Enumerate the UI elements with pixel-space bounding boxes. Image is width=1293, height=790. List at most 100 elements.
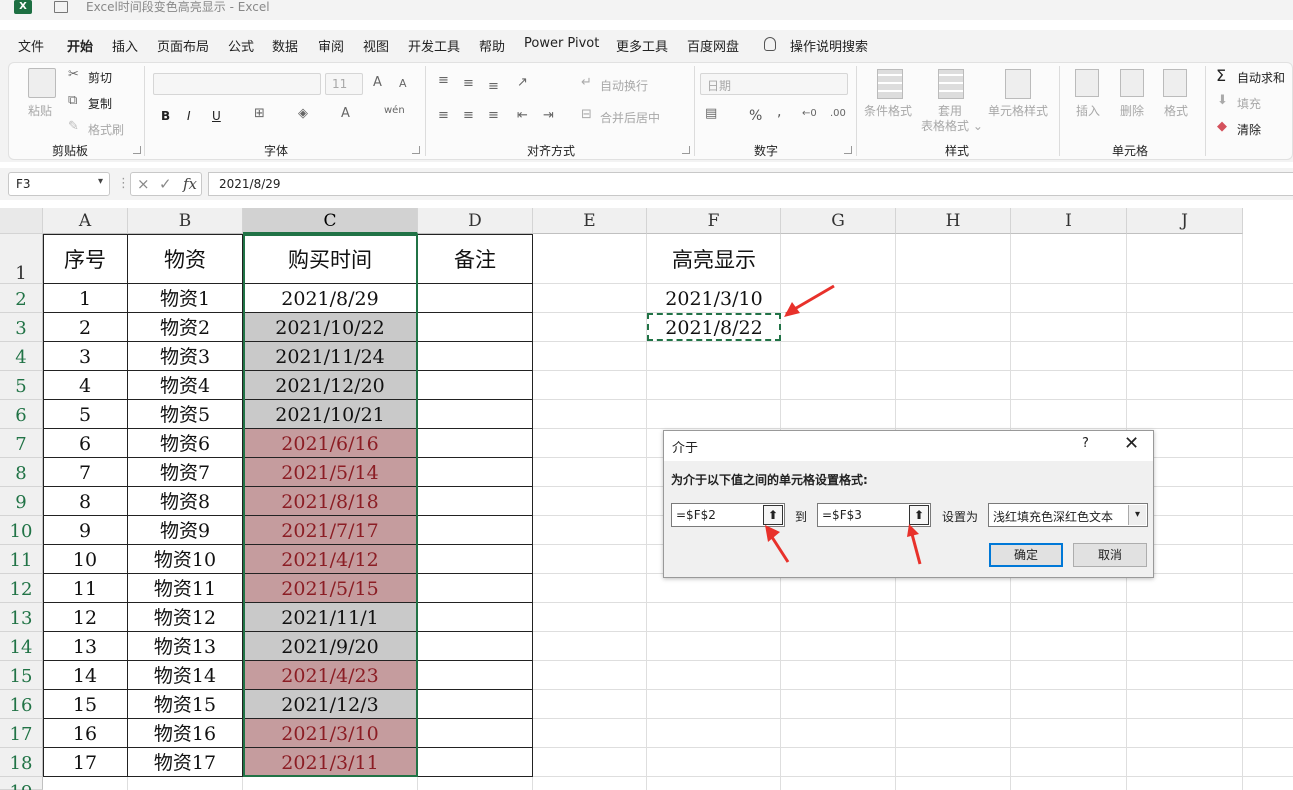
column-header[interactable]: J <box>1127 208 1243 234</box>
chevron-down-icon[interactable]: ▾ <box>98 176 103 187</box>
table-cell[interactable] <box>418 719 532 747</box>
table-cell[interactable]: 物资8 <box>128 487 242 515</box>
phonetic-icon[interactable]: wén <box>384 105 405 116</box>
row-header[interactable]: 8 <box>0 458 43 487</box>
increase-font-icon[interactable]: A <box>373 75 382 90</box>
table-cell[interactable]: 12 <box>43 603 127 631</box>
table-cell[interactable] <box>418 603 532 631</box>
highlight-header-cell[interactable]: 高亮显示 <box>647 234 781 283</box>
table-cell[interactable]: 9 <box>43 516 127 544</box>
tab-developer[interactable]: 开发工具 <box>408 36 460 55</box>
align-top-icon[interactable]: ≡ <box>438 73 449 88</box>
table-cell[interactable]: 2021/6/16 <box>243 429 417 457</box>
insert-cells-button[interactable]: 插入 <box>1076 102 1100 119</box>
column-header[interactable]: C <box>243 208 418 234</box>
font-color-icon[interactable]: A <box>341 106 350 121</box>
fill-color-icon[interactable]: ◈ <box>298 106 308 121</box>
to-value-input[interactable]: =$F$3 ⬆ <box>817 503 931 527</box>
table-cell[interactable]: 物资2 <box>128 313 242 341</box>
table-cell[interactable]: 2021/5/14 <box>243 458 417 486</box>
table-cell[interactable] <box>418 516 532 544</box>
table-cell[interactable] <box>418 284 532 312</box>
font-size-select[interactable]: 11 <box>325 73 363 95</box>
orientation-icon[interactable]: ↗ <box>517 75 528 90</box>
table-cell[interactable]: 物资15 <box>128 690 242 718</box>
table-cell[interactable]: 2021/3/10 <box>243 719 417 747</box>
chevron-down-icon[interactable]: ▾ <box>1128 505 1146 525</box>
table-cell[interactable]: 15 <box>43 690 127 718</box>
table-cell[interactable]: 物资9 <box>128 516 242 544</box>
cell-styles-icon[interactable] <box>1005 69 1031 99</box>
tab-insert[interactable]: 插入 <box>112 36 138 55</box>
row-header[interactable]: 3 <box>0 313 43 342</box>
number-launcher-icon[interactable] <box>844 146 852 154</box>
from-value-input[interactable]: =$F$2 ⬆ <box>671 503 785 527</box>
tab-baidu-pan[interactable]: 百度网盘 <box>687 36 739 55</box>
table-cell[interactable]: 10 <box>43 545 127 573</box>
table-cell[interactable] <box>418 661 532 689</box>
conditional-format-icon[interactable] <box>877 69 903 99</box>
row-header[interactable]: 12 <box>0 574 43 603</box>
tab-review[interactable]: 审阅 <box>318 36 344 55</box>
table-cell[interactable]: 2021/4/12 <box>243 545 417 573</box>
clear-button[interactable]: 清除 <box>1237 121 1261 138</box>
table-cell[interactable] <box>418 545 532 573</box>
paste-icon[interactable] <box>28 68 56 98</box>
wrap-text-button[interactable]: 自动换行 <box>600 77 648 94</box>
row-header[interactable]: 7 <box>0 429 43 458</box>
bold-button[interactable]: B <box>161 109 170 123</box>
number-format-select[interactable]: 日期 <box>700 73 848 95</box>
table-cell[interactable]: 物资12 <box>128 603 242 631</box>
column-header[interactable]: I <box>1011 208 1127 234</box>
row-header[interactable]: 1 <box>0 234 43 284</box>
table-cell[interactable] <box>418 458 532 486</box>
collapse-dialog-icon[interactable]: ⬆ <box>763 505 783 525</box>
tell-me-search[interactable]: 操作说明搜索 <box>790 36 868 55</box>
table-cell[interactable]: 6 <box>43 429 127 457</box>
table-cell[interactable]: 物资11 <box>128 574 242 602</box>
format-cells-button[interactable]: 格式 <box>1164 102 1188 119</box>
align-middle-icon[interactable]: ≡ <box>463 76 474 91</box>
table-cell[interactable] <box>418 342 532 370</box>
table-cell[interactable]: 3 <box>43 342 127 370</box>
copy-button[interactable]: 复制 <box>88 95 112 112</box>
help-icon[interactable]: ? <box>1082 436 1089 451</box>
format-as-table-button-line2[interactable]: 表格格式 ⌄ <box>921 117 983 134</box>
table-cell[interactable] <box>418 400 532 428</box>
ok-button[interactable]: 确定 <box>989 543 1063 567</box>
enter-icon[interactable]: ✓ <box>159 175 172 193</box>
comma-button[interactable]: , <box>777 104 781 120</box>
percent-button[interactable]: % <box>749 108 762 124</box>
table-header-cell[interactable]: 物资 <box>128 234 242 283</box>
row-header[interactable]: 10 <box>0 516 43 545</box>
save-icon[interactable] <box>54 1 68 13</box>
decrease-font-icon[interactable]: A <box>399 77 407 90</box>
cancel-button[interactable]: 取消 <box>1073 543 1147 567</box>
select-all-button[interactable] <box>0 208 43 234</box>
table-cell[interactable]: 2021/5/15 <box>243 574 417 602</box>
decrease-decimal-icon[interactable]: .00 <box>830 108 846 119</box>
row-header[interactable]: 19 <box>0 777 43 790</box>
borders-icon[interactable]: ⊞ <box>254 106 265 121</box>
clipboard-launcher-icon[interactable] <box>133 146 141 154</box>
cut-button[interactable]: 剪切 <box>88 69 112 86</box>
tab-home[interactable]: 开始 <box>67 36 94 61</box>
row-header[interactable]: 2 <box>0 284 43 313</box>
table-cell[interactable]: 2021/10/21 <box>243 400 417 428</box>
table-cell[interactable]: 2021/8/29 <box>243 284 417 312</box>
decrease-indent-icon[interactable]: ⇤ <box>517 108 528 123</box>
format-painter-button[interactable]: 格式刷 <box>88 121 124 138</box>
table-cell[interactable]: 物资10 <box>128 545 242 573</box>
collapse-dialog-icon[interactable]: ⬆ <box>909 505 929 525</box>
increase-indent-icon[interactable]: ⇥ <box>543 108 554 123</box>
table-cell[interactable] <box>418 487 532 515</box>
row-header[interactable]: 16 <box>0 690 43 719</box>
table-cell[interactable]: 2021/11/1 <box>243 603 417 631</box>
table-cell[interactable] <box>418 632 532 660</box>
underline-button[interactable]: U <box>212 109 221 123</box>
tab-power-pivot[interactable]: Power Pivot <box>524 36 599 51</box>
align-left-icon[interactable]: ≡ <box>438 108 449 123</box>
table-cell[interactable]: 16 <box>43 719 127 747</box>
table-cell[interactable]: 2021/10/22 <box>243 313 417 341</box>
column-header[interactable]: H <box>896 208 1011 234</box>
